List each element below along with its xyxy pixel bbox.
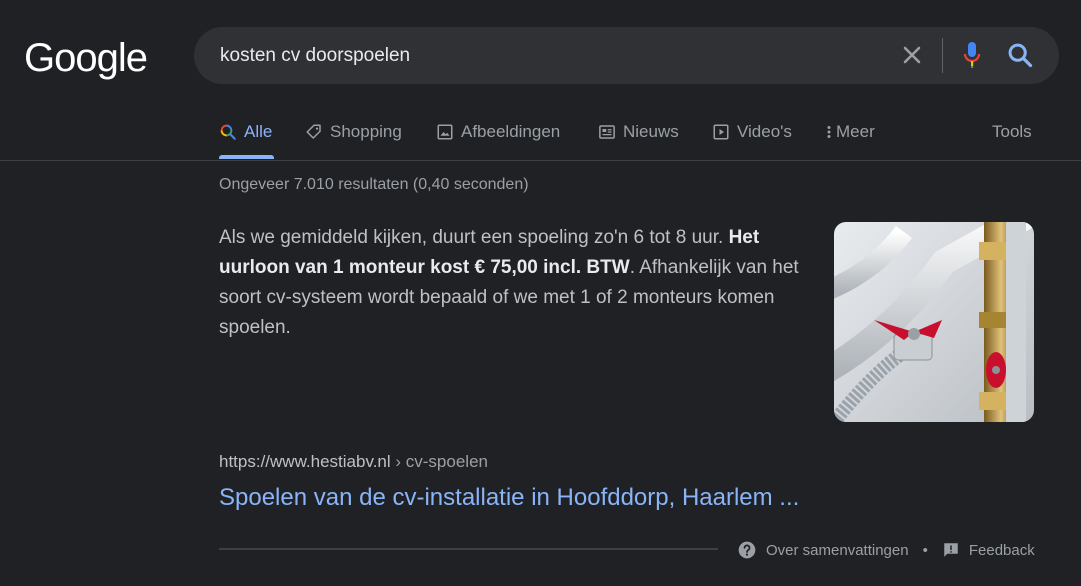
more-vert-icon <box>827 126 831 138</box>
tab-label: Nieuws <box>623 122 679 141</box>
search-box[interactable]: kosten cv doorspoelen <box>194 27 1059 84</box>
about-label: Over samenvattingen <box>766 541 909 559</box>
tools-button[interactable]: Tools <box>992 122 1032 142</box>
search-icon <box>220 124 236 140</box>
tab-nieuws[interactable]: Nieuws <box>598 122 679 142</box>
search-divider <box>942 38 943 73</box>
snippet-footer: Over samenvattingen • Feedback <box>737 540 1035 560</box>
result-domain: https://www.hestiabv.nl <box>219 452 391 471</box>
feedback-link[interactable]: Feedback <box>942 541 1035 559</box>
feedback-label: Feedback <box>968 541 1035 559</box>
separator-dot: • <box>922 541 928 559</box>
tab-meer[interactable]: Meer <box>825 122 875 142</box>
result-stats: Ongeveer 7.010 resultaten (0,40 seconden… <box>219 176 529 193</box>
tab-label: Shopping <box>330 122 402 141</box>
result-url: https://www.hestiabv.nl › cv-spoelen <box>219 452 488 472</box>
result-path: › cv-spoelen <box>390 452 488 471</box>
close-icon[interactable] <box>898 41 926 69</box>
active-tab-indicator <box>219 155 274 159</box>
search-input[interactable]: kosten cv doorspoelen <box>220 45 410 67</box>
divider <box>219 548 718 550</box>
snippet-thumbnail[interactable] <box>834 222 1034 422</box>
image-icon <box>437 124 453 140</box>
tools-label: Tools <box>992 122 1032 141</box>
tab-label: Video's <box>737 122 792 141</box>
pipes-image <box>834 222 1034 422</box>
about-snippets-link[interactable]: Over samenvattingen <box>737 540 909 560</box>
google-logo[interactable]: Google <box>24 36 148 81</box>
tab-videos[interactable]: Video's <box>712 122 792 142</box>
search-tabs: Alle Shopping Afbeeldingen Nieuws Video'… <box>0 110 1081 161</box>
tab-afbeeldingen[interactable]: Afbeeldingen <box>436 122 560 142</box>
microphone-icon[interactable] <box>960 40 984 70</box>
search-icon[interactable] <box>1006 41 1034 69</box>
play-icon <box>713 124 729 140</box>
tab-label: Afbeeldingen <box>461 122 561 141</box>
news-icon <box>599 125 615 139</box>
tab-label: Alle <box>244 122 273 141</box>
featured-snippet-text: Als we gemiddeld kijken, duurt een spoel… <box>219 223 809 343</box>
help-icon <box>738 541 756 559</box>
tab-label: Meer <box>836 122 875 141</box>
feedback-icon <box>944 543 958 557</box>
snippet-text: Als we gemiddeld kijken, duurt een spoel… <box>219 227 729 248</box>
tab-alle[interactable]: Alle <box>219 122 272 142</box>
tag-icon <box>306 124 321 139</box>
result-title-link[interactable]: Spoelen van de cv-installatie in Hoofddo… <box>219 484 799 512</box>
tab-shopping[interactable]: Shopping <box>305 122 402 142</box>
